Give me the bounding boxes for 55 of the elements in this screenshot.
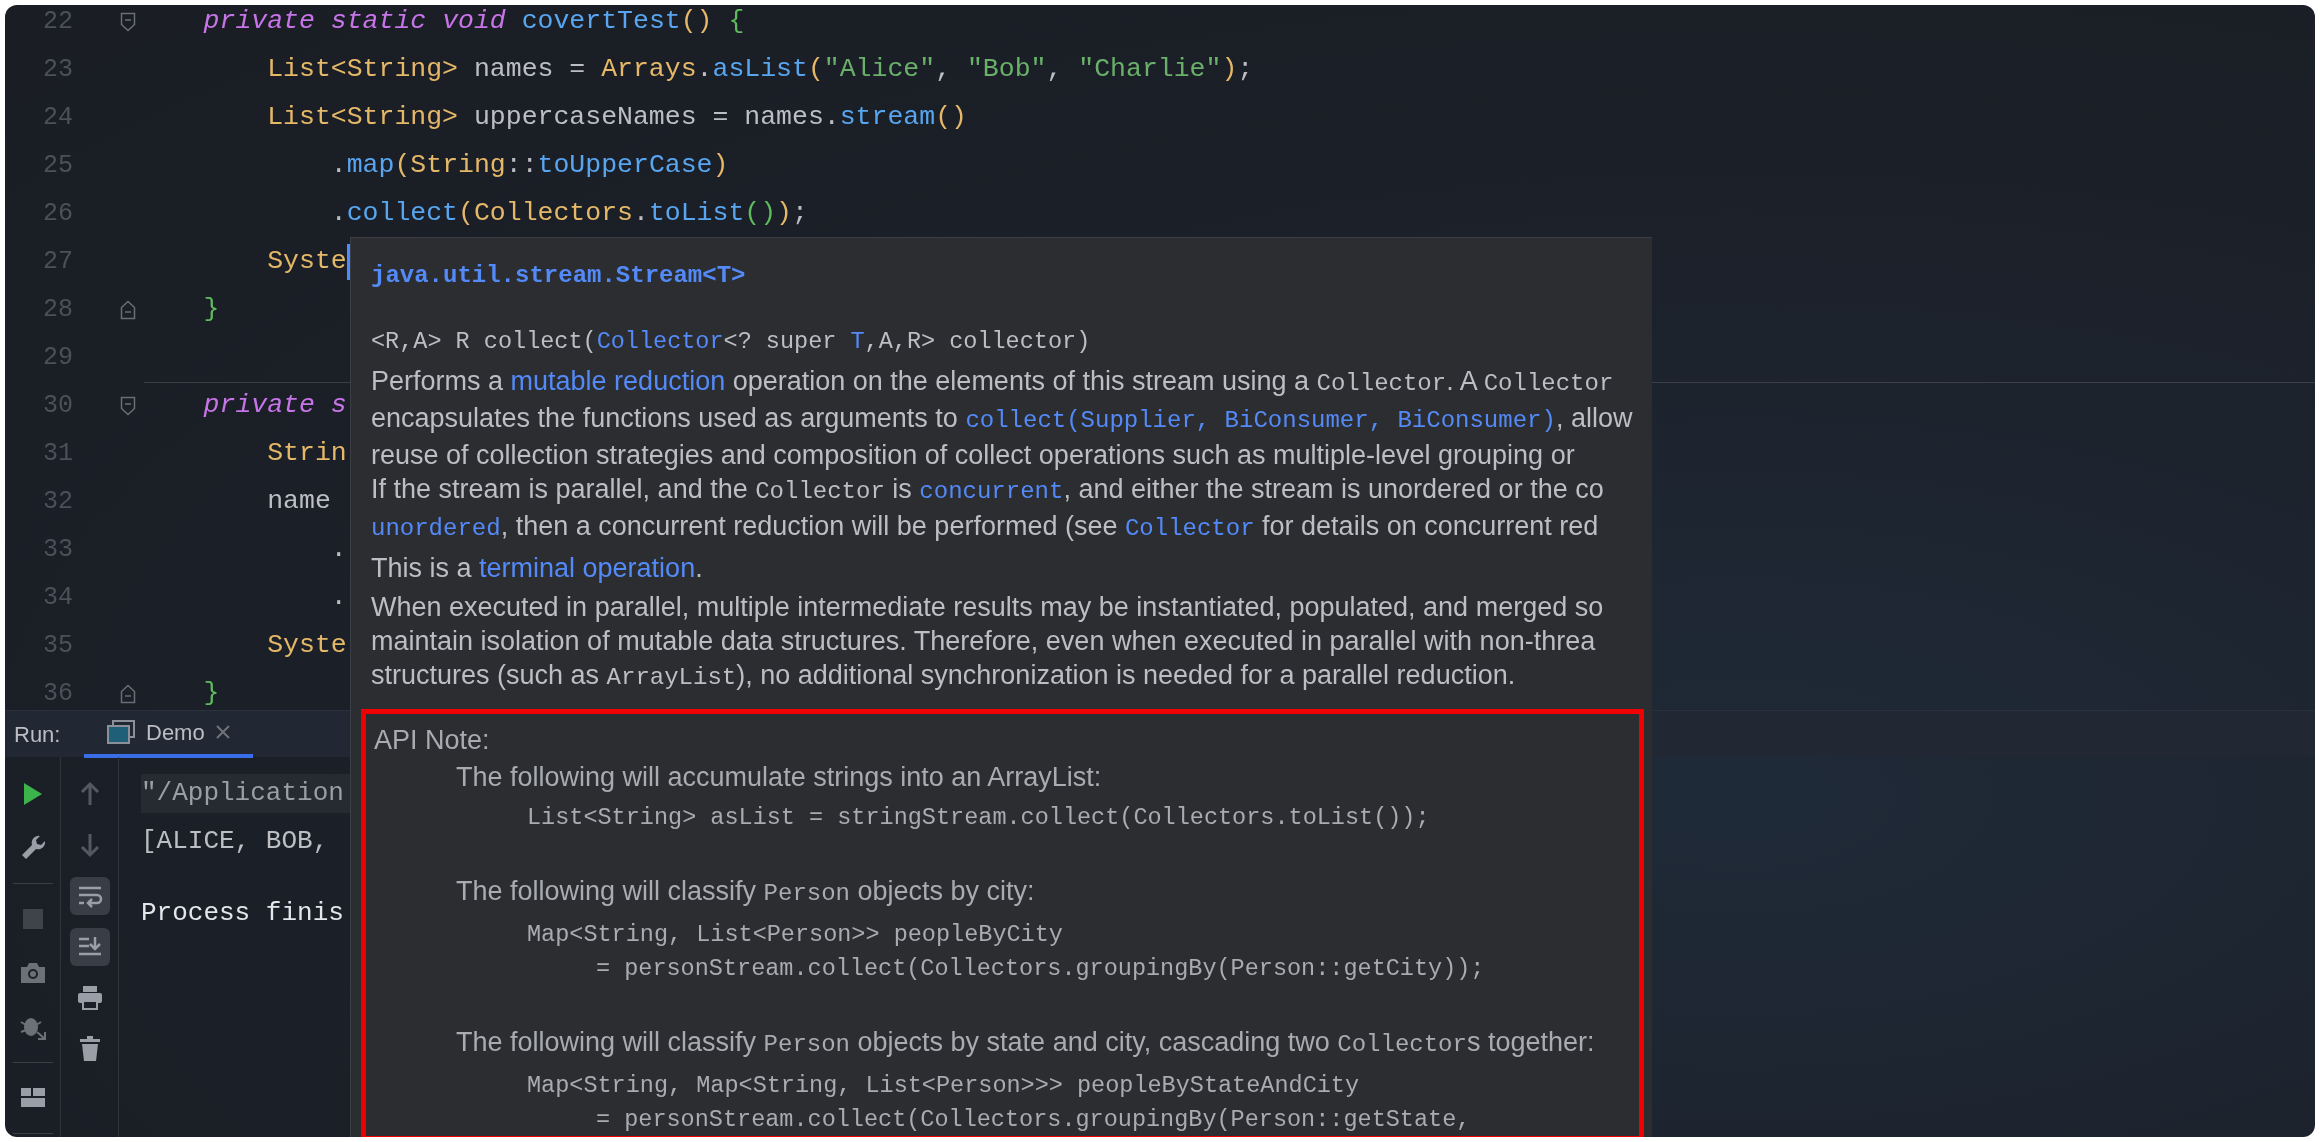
- doc-text: When executed in parallel, multiple intermediate results may be instantiated, populated, and merged so: [371, 591, 1605, 625]
- doc-text: The following will classify Person objects by state and city, cascading two Collectors together:: [456, 1025, 1596, 1060]
- doc-text: encapsulates the functions used as arguments to collect(Supplier, BiConsumer, BiConsumer), allow: [371, 402, 1633, 437]
- doc-link[interactable]: T: [850, 328, 865, 355]
- doc-link[interactable]: terminal operation: [479, 553, 696, 584]
- code-line: Strin: [267, 437, 347, 471]
- code-line: .collect(Collectors.toList());: [330, 197, 808, 231]
- code-line: Syste: [267, 245, 347, 279]
- doc-link[interactable]: collect(Supplier, BiConsumer, BiConsumer): [965, 407, 1556, 435]
- code-line: private static void covertTest() {: [203, 5, 745, 39]
- code-line: name: [267, 485, 331, 519]
- method-signature: <R,A> R collect(Collector<? super T,A,R> collector): [371, 327, 1092, 357]
- window-icon: [106, 719, 136, 745]
- soft-wrap-button[interactable]: [69, 877, 110, 915]
- doc-title: java.util.stream.Stream<T>: [371, 261, 747, 291]
- doc-text: reuse of collection strategies and composition of collect operations such as multiple-level grouping or: [371, 439, 1576, 473]
- console-output: Process finis: [141, 896, 344, 930]
- doc-text: This is a terminal operation.: [371, 552, 704, 586]
- doc-link[interactable]: Collector: [596, 328, 724, 355]
- code-example: List<String> asList = stringStream.collect(Collectors.toList());: [527, 802, 1431, 833]
- code-line: .: [330, 581, 347, 615]
- panel-label: Run:: [14, 720, 62, 749]
- doc-text: structures (such as ArrayList), no additional synchronization is needed for a parallel reduction.: [371, 659, 1517, 694]
- code-line: .map(String::toUpperCase): [330, 149, 729, 183]
- scroll-end-button[interactable]: [69, 928, 110, 966]
- code-line: List<String> uppercaseNames = names.stream(): [267, 101, 967, 135]
- doc-text: unordered, then a concurrent reduction will be performed (see Collector for details on concurrent red: [371, 510, 1600, 545]
- doc-text: maintain isolation of mutable data structures. Therefore, even when executed in parallel with non-threa: [371, 625, 1597, 659]
- code-line: private s: [203, 389, 347, 423]
- doc-text: The following will accumulate strings into an ArrayList:: [456, 760, 1103, 793]
- doc-link[interactable]: Collector: [1124, 515, 1255, 543]
- fold-icon[interactable]: [120, 684, 136, 704]
- code-example: Map<String, Map<String, List<Person>>> peopleByStateAndCity: [527, 1070, 1361, 1101]
- doc-link[interactable]: mutable reduction: [510, 366, 726, 397]
- fold-icon[interactable]: [120, 396, 136, 416]
- fold-icon[interactable]: [120, 12, 136, 32]
- doc-link[interactable]: concurrent: [919, 478, 1064, 506]
- code-line: Syste: [267, 629, 347, 663]
- doc-text: The following will classify Person objects by city:: [456, 874, 1036, 909]
- doc-link[interactable]: unordered: [371, 515, 501, 543]
- console-output: [ALICE, BOB,: [141, 824, 329, 858]
- code-example: = personStream.collect(Collectors.groupingBy(Person::getCity));: [596, 953, 1486, 984]
- run-tab[interactable]: Demo: [84, 710, 253, 758]
- console-output: "/Application: [141, 773, 352, 813]
- code-line: }: [203, 293, 220, 327]
- code-line: List<String> names = Arrays.asList("Alice", "Bob", "Charlie");: [267, 53, 1254, 87]
- section-label: API Note:: [374, 724, 491, 758]
- fold-icon[interactable]: [120, 300, 136, 320]
- code-example: Map<String, List<Person>> peopleByCity: [527, 919, 1064, 950]
- doc-text: Performs a mutable reduction operation on the elements of this stream using a Collector. A Collector: [371, 365, 1615, 400]
- doc-text: If the stream is parallel, and the Collector is concurrent, and either the stream is unordered or the co: [371, 473, 1605, 508]
- code-line: .: [330, 533, 347, 567]
- close-icon[interactable]: [214, 724, 231, 740]
- code-example: = personStream.collect(Collectors.groupingBy(Person::getState,: [596, 1104, 1472, 1135]
- code-line: }: [203, 677, 220, 710]
